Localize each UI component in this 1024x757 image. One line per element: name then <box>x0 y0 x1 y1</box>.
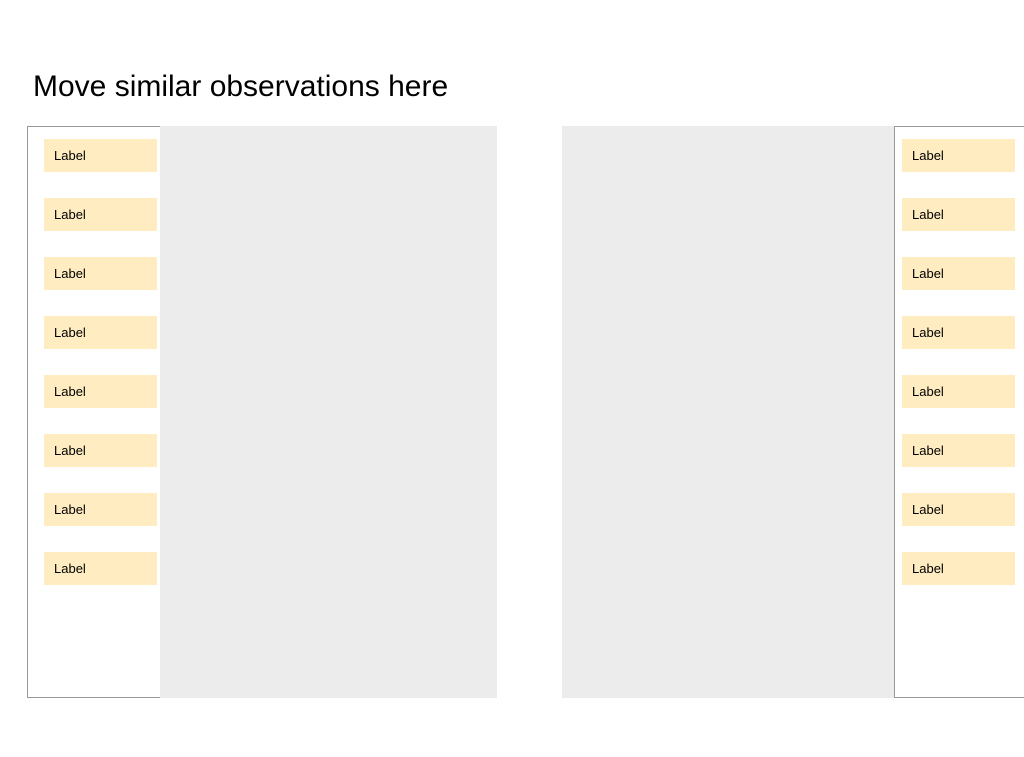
observation-label[interactable]: Label <box>44 552 157 585</box>
drop-zone-right[interactable] <box>562 126 897 698</box>
label-column-right: Label Label Label Label Label Label Labe… <box>895 127 1024 585</box>
observation-label[interactable]: Label <box>44 198 157 231</box>
observation-label[interactable]: Label <box>902 375 1015 408</box>
page-title: Move similar observations here <box>33 70 448 104</box>
observation-label[interactable]: Label <box>44 139 157 172</box>
observation-label[interactable]: Label <box>44 375 157 408</box>
observation-label[interactable]: Label <box>44 316 157 349</box>
observation-label[interactable]: Label <box>44 434 157 467</box>
observation-label[interactable]: Label <box>902 434 1015 467</box>
observation-label[interactable]: Label <box>902 316 1015 349</box>
affinity-frame-right: Label Label Label Label Label Label Labe… <box>894 126 1024 698</box>
observation-label[interactable]: Label <box>44 257 157 290</box>
observation-label[interactable]: Label <box>902 493 1015 526</box>
observation-label[interactable]: Label <box>902 257 1015 290</box>
observation-label[interactable]: Label <box>902 139 1015 172</box>
observation-label[interactable]: Label <box>44 493 157 526</box>
drop-zone-left[interactable] <box>160 126 497 698</box>
observation-label[interactable]: Label <box>902 552 1015 585</box>
observation-label[interactable]: Label <box>902 198 1015 231</box>
